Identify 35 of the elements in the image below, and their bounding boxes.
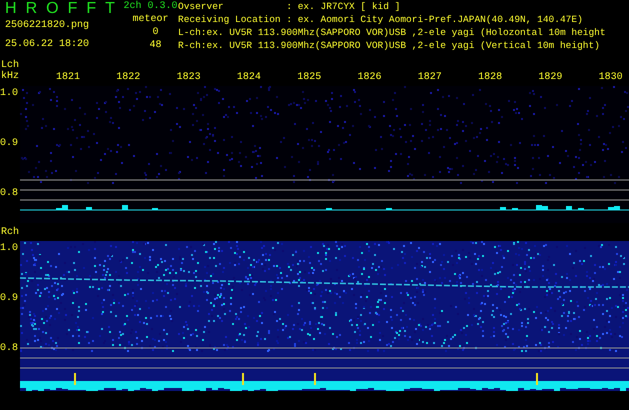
title-letter: R <box>26 0 38 19</box>
info-line: Ovserver : ex. JR7CYX [ kid ] <box>178 0 402 13</box>
frequency-tick-label: 0.8 <box>0 343 20 355</box>
time-tick-label: 1823 <box>176 72 202 85</box>
time-tick-label: 1821 <box>56 72 82 85</box>
time-tick-label: 1827 <box>418 72 443 85</box>
meteor-label: meteor <box>132 13 168 26</box>
unit-label: kHz <box>1 71 20 82</box>
time-tick-label: 1829 <box>538 72 564 85</box>
time-tick-label: 1828 <box>478 72 504 85</box>
info-line: L-ch:ex. UV5R 113.900Mhz(SAPPORO VOR)USB ,2-ele yagi (Holozontal 10m height <box>178 26 606 39</box>
meteor-count: 0 <box>151 26 158 39</box>
time-tick-label: 1826 <box>357 72 382 85</box>
title-letter: T <box>105 0 115 19</box>
title-letter: O <box>46 0 59 19</box>
file-name: 2506221820.png <box>5 20 90 31</box>
meteor-count: 48 <box>148 39 162 52</box>
title-letter: H <box>5 0 17 19</box>
date-time: 25.06.22 18:20 <box>5 39 90 50</box>
frequency-tick-label: 0.9 <box>0 293 20 305</box>
time-tick-label: 1822 <box>116 72 142 85</box>
channel-label: Rch <box>1 227 20 238</box>
channel-label: Lch <box>1 60 20 71</box>
time-tick-label: 1825 <box>297 72 322 85</box>
frequency-tick-label: 1.0 <box>0 243 20 255</box>
frequency-tick-label: 1.0 <box>0 88 20 100</box>
frequency-tick-label: 0.8 <box>0 188 20 200</box>
info-line: R-ch:ex. UV5R 113.900Mhz(SAPPORO VOR)USB ,2-ele yagi (Vertical 10m height) <box>178 39 601 52</box>
title-letter: F <box>68 0 78 19</box>
frequency-tick-label: 0.9 <box>0 138 20 150</box>
time-tick-label: 1824 <box>236 72 262 85</box>
time-tick-label: 1830 <box>598 72 624 85</box>
version-label: 2ch 0.3.0 <box>123 0 178 13</box>
title-letter: F <box>86 0 96 19</box>
info-line: Receiving Location : ex. Aomori City Aomori-Pref.JAPAN(40.49N, 140.47E) <box>178 13 584 26</box>
